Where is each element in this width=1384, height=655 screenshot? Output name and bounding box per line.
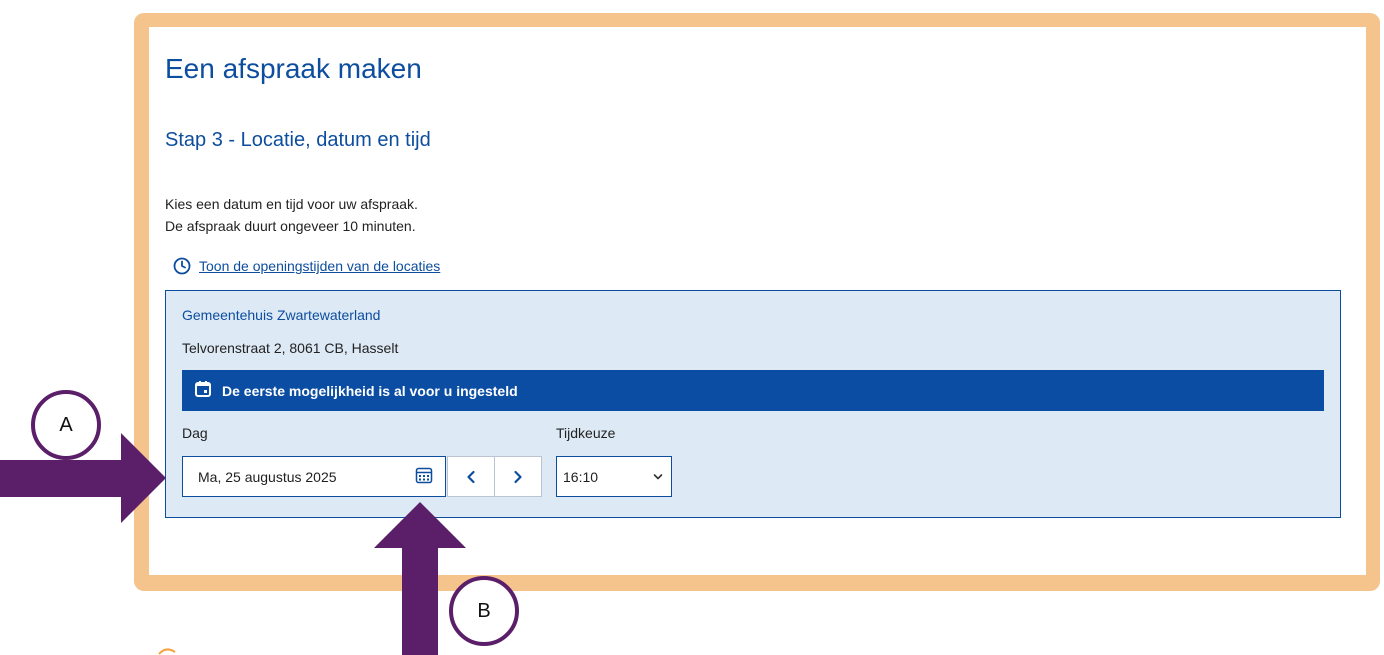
arrow-b <box>374 502 466 655</box>
decoration-icon <box>158 648 176 655</box>
annotation-arrows <box>0 433 466 655</box>
callout-a: A <box>31 390 101 460</box>
callout-b: B <box>449 576 519 646</box>
